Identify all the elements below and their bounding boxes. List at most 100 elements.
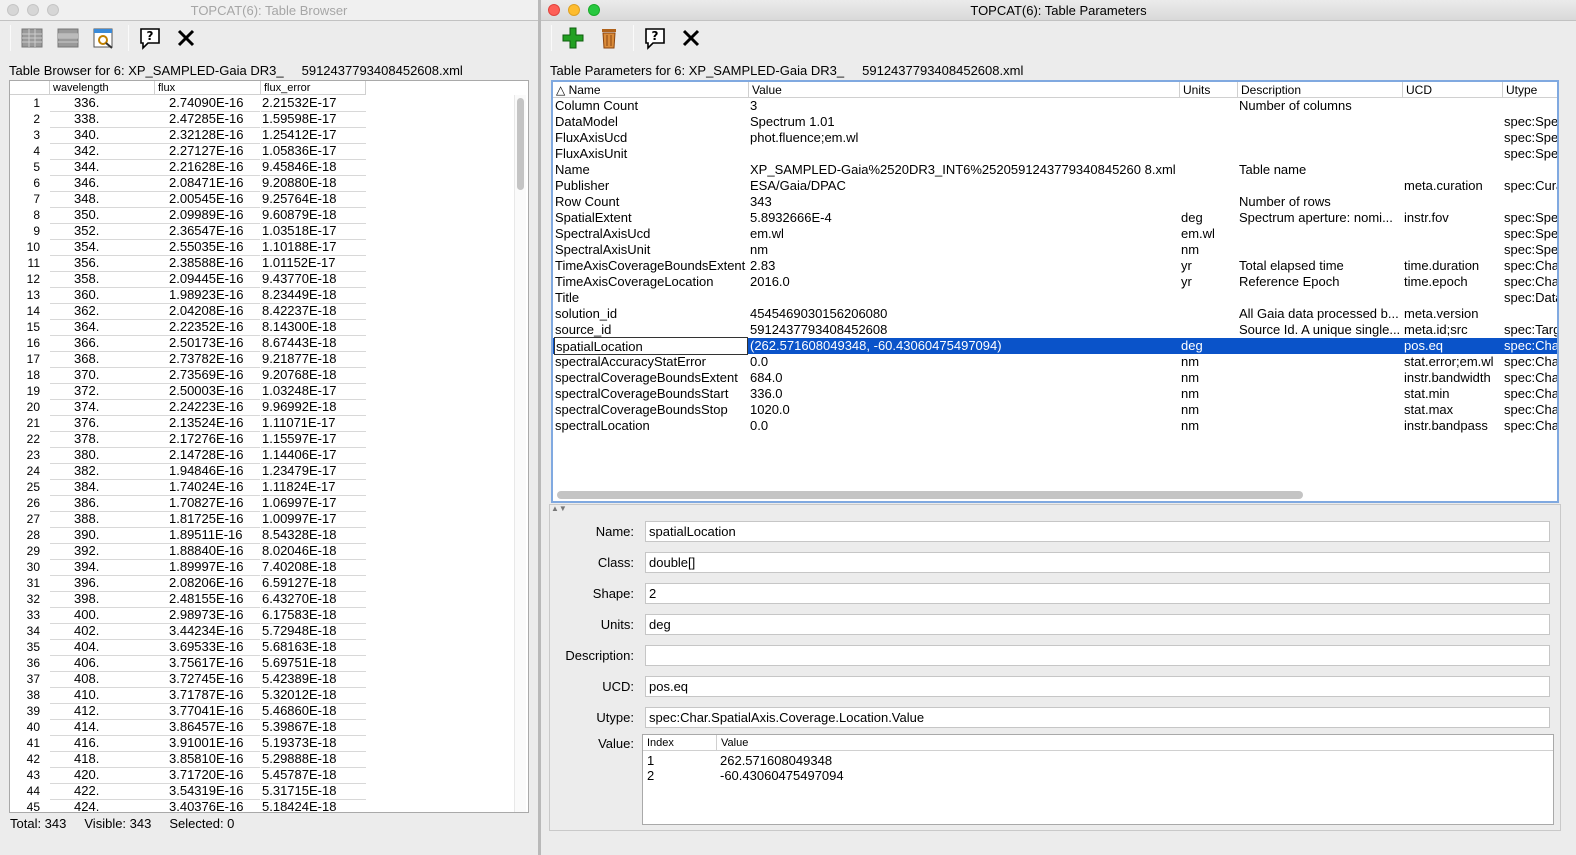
- table-row[interactable]: 32 398. 2.48155E-16 6.43270E-18: [10, 591, 370, 608]
- zoom-window-button[interactable]: [588, 4, 600, 16]
- table-row[interactable]: 41 416. 3.91001E-16 5.19373E-18: [10, 735, 370, 752]
- help-button[interactable]: ?: [640, 24, 670, 52]
- description-field[interactable]: [645, 645, 1550, 666]
- close-window-button[interactable]: [548, 4, 560, 16]
- add-parameter-button[interactable]: [558, 24, 588, 52]
- column-header-flux[interactable]: flux: [155, 81, 261, 95]
- table-row[interactable]: 26 386. 1.70827E-16 1.06997E-17: [10, 495, 370, 512]
- table-row[interactable]: 34 402. 3.44234E-16 5.72948E-18: [10, 623, 370, 640]
- parameter-row[interactable]: spectralCoverageBoundsStart 336.0 nm stat.m…: [553, 386, 1557, 402]
- horizontal-scrollbar[interactable]: [557, 491, 1303, 499]
- table-row[interactable]: 13 360. 1.98923E-16 8.23449E-18: [10, 287, 370, 304]
- parameters-titlebar[interactable]: TOPCAT(6): Table Parameters: [541, 0, 1576, 21]
- ucd-field[interactable]: pos.eq: [645, 676, 1550, 697]
- browser-titlebar[interactable]: TOPCAT(6): Table Browser: [0, 0, 538, 21]
- table-row[interactable]: 24 382. 1.94846E-16 1.23479E-17: [10, 463, 370, 480]
- table-row[interactable]: 7 348. 2.00545E-16 9.25764E-18: [10, 191, 370, 208]
- parameter-row[interactable]: SpectralAxisUcd em.wl em.wl spec:Spe: [553, 226, 1557, 242]
- parameter-row[interactable]: TimeAxisCoverageBoundsExtent 2.83 yr Total …: [553, 258, 1557, 274]
- table-row[interactable]: 15 364. 2.22352E-16 8.14300E-18: [10, 319, 370, 336]
- column-header-array-value[interactable]: Value: [717, 735, 1555, 751]
- scrollbar-thumb[interactable]: [517, 98, 524, 190]
- data-table[interactable]: wavelength flux flux_error 1 336. 2.74090E…: [9, 80, 529, 813]
- table-row[interactable]: 11 356. 2.38588E-16 1.01152E-17: [10, 255, 370, 272]
- shape-field[interactable]: 2: [645, 583, 1550, 604]
- table-row[interactable]: 14 362. 2.04208E-16 8.42237E-18: [10, 303, 370, 320]
- scroll-to-row-button[interactable]: [89, 24, 119, 52]
- vertical-scrollbar[interactable]: [514, 95, 526, 812]
- column-header-name[interactable]: △ Name: [553, 82, 749, 98]
- table-row[interactable]: 2 338. 2.47285E-16 1.59598E-17: [10, 111, 370, 128]
- table-row[interactable]: 45 424. 3.40376E-16 5.18424E-18: [10, 799, 370, 812]
- parameter-row[interactable]: SpatialExtent 5.8932666E-4 deg Spectrum ape…: [553, 210, 1557, 226]
- column-header-flux-error[interactable]: flux_error: [261, 81, 366, 95]
- value-row[interactable]: 2 -60.43060475497094: [643, 768, 1043, 783]
- table-row[interactable]: 20 374. 2.24223E-16 9.96992E-18: [10, 399, 370, 416]
- table-row[interactable]: 25 384. 1.74024E-16 1.11824E-17: [10, 479, 370, 496]
- table-row[interactable]: 33 400. 2.98973E-16 6.17583E-18: [10, 607, 370, 624]
- parameter-row[interactable]: FluxAxisUcd phot.fluence;em.wl spec:Spe: [553, 130, 1557, 146]
- table-row[interactable]: 28 390. 1.89511E-16 8.54328E-18: [10, 527, 370, 544]
- column-header-utype[interactable]: Utype: [1503, 82, 1557, 98]
- close-button[interactable]: [171, 24, 201, 52]
- value-array-table[interactable]: Index Value 1 262.571608049348 2 -60.430604…: [642, 734, 1554, 825]
- table-row[interactable]: 12 358. 2.09445E-16 9.43770E-18: [10, 271, 370, 288]
- parameter-row-selected[interactable]: spatialLocation (262.571608049348, -60.43…: [553, 337, 1557, 355]
- name-field[interactable]: spatialLocation: [645, 521, 1550, 542]
- replace-table-button[interactable]: [17, 24, 47, 52]
- utype-field[interactable]: spec:Char.SpatialAxis.Coverage.Location.…: [645, 707, 1550, 728]
- table-row[interactable]: 18 370. 2.73569E-16 9.20768E-18: [10, 367, 370, 384]
- parameter-row[interactable]: spectralCoverageBoundsExtent 684.0 nm instr…: [553, 370, 1557, 386]
- column-header-index[interactable]: Index: [643, 735, 717, 751]
- close-window-button[interactable]: [7, 4, 19, 16]
- table-row[interactable]: 8 350. 2.09989E-16 9.60879E-18: [10, 207, 370, 224]
- column-header-value[interactable]: Value: [749, 82, 1180, 98]
- table-row[interactable]: 40 414. 3.86457E-16 5.39867E-18: [10, 719, 370, 736]
- table-row[interactable]: 21 376. 2.13524E-16 1.11071E-17: [10, 415, 370, 432]
- close-button[interactable]: [676, 24, 706, 52]
- parameter-row[interactable]: spectralCoverageBoundsStop 1020.0 nm stat.m…: [553, 402, 1557, 418]
- table-row[interactable]: 36 406. 3.75617E-16 5.69751E-18: [10, 655, 370, 672]
- minimize-window-button[interactable]: [568, 4, 580, 16]
- help-button[interactable]: ?: [135, 24, 165, 52]
- table-row[interactable]: 3 340. 2.32128E-16 1.25412E-17: [10, 127, 370, 144]
- table-row[interactable]: 17 368. 2.73782E-16 9.21877E-18: [10, 351, 370, 368]
- parameters-table[interactable]: △ Name Value Units Description UCD Utype…: [551, 80, 1559, 503]
- table-row[interactable]: 6 346. 2.08471E-16 9.20880E-18: [10, 175, 370, 192]
- column-header-units[interactable]: Units: [1180, 82, 1238, 98]
- parameter-row[interactable]: TimeAxisCoverageLocation 2016.0 yr Referenc…: [553, 274, 1557, 290]
- value-row[interactable]: 1 262.571608049348: [643, 753, 1043, 768]
- table-row[interactable]: 43 420. 3.71720E-16 5.45787E-18: [10, 767, 370, 784]
- parameter-row[interactable]: Publisher ESA/Gaia/DPAC meta.curation spec:…: [553, 178, 1557, 194]
- table-row[interactable]: 23 380. 2.14728E-16 1.14406E-17: [10, 447, 370, 464]
- parameter-row[interactable]: spectralAccuracyStatError 0.0 nm stat.error…: [553, 354, 1557, 370]
- parameter-row[interactable]: Column Count 3 Number of columns: [553, 98, 1557, 114]
- parameter-row[interactable]: FluxAxisUnit spec:Spe: [553, 146, 1557, 162]
- zoom-window-button[interactable]: [47, 4, 59, 16]
- parameter-row[interactable]: SpectralAxisUnit nm nm spec:Spe: [553, 242, 1557, 258]
- table-row[interactable]: 5 344. 2.21628E-16 9.45846E-18: [10, 159, 370, 176]
- parameter-row[interactable]: Row Count 343 Number of rows: [553, 194, 1557, 210]
- parameter-row[interactable]: source_id 5912437793408452608 Source Id. A…: [553, 322, 1557, 338]
- table-row[interactable]: 9 352. 2.36547E-16 1.03518E-17: [10, 223, 370, 240]
- table-row[interactable]: 19 372. 2.50003E-16 1.03248E-17: [10, 383, 370, 400]
- table-row[interactable]: 35 404. 3.69533E-16 5.68163E-18: [10, 639, 370, 656]
- table-row[interactable]: 42 418. 3.85810E-16 5.29888E-18: [10, 751, 370, 768]
- table-row[interactable]: 31 396. 2.08206E-16 6.59127E-18: [10, 575, 370, 592]
- table-row[interactable]: 37 408. 3.72745E-16 5.42389E-18: [10, 671, 370, 688]
- parameter-row[interactable]: solution_id 4545469030156206080 All Gaia d…: [553, 306, 1557, 322]
- parameter-row[interactable]: Title spec:Data: [553, 290, 1557, 306]
- table-row[interactable]: 29 392. 1.88840E-16 8.02046E-18: [10, 543, 370, 560]
- table-row[interactable]: 39 412. 3.77041E-16 5.46860E-18: [10, 703, 370, 720]
- table-row[interactable]: 16 366. 2.50173E-16 8.67443E-18: [10, 335, 370, 352]
- parameter-row[interactable]: DataModel Spectrum 1.01 spec:Spe: [553, 114, 1557, 130]
- table-row[interactable]: 4 342. 2.27127E-16 1.05836E-17: [10, 143, 370, 160]
- class-field[interactable]: double[]: [645, 552, 1550, 573]
- parameter-row[interactable]: Name XP_SAMPLED-Gaia%2520DR3_INT6%2520591…: [553, 162, 1557, 178]
- minimize-window-button[interactable]: [27, 4, 39, 16]
- table-row[interactable]: 44 422. 3.54319E-16 5.31715E-18: [10, 783, 370, 800]
- table-row[interactable]: 1 336. 2.74090E-16 2.21532E-17: [10, 95, 370, 112]
- table-row[interactable]: 10 354. 2.55035E-16 1.10188E-17: [10, 239, 370, 256]
- column-header-wavelength[interactable]: wavelength: [50, 81, 155, 95]
- column-header-ucd[interactable]: UCD: [1403, 82, 1503, 98]
